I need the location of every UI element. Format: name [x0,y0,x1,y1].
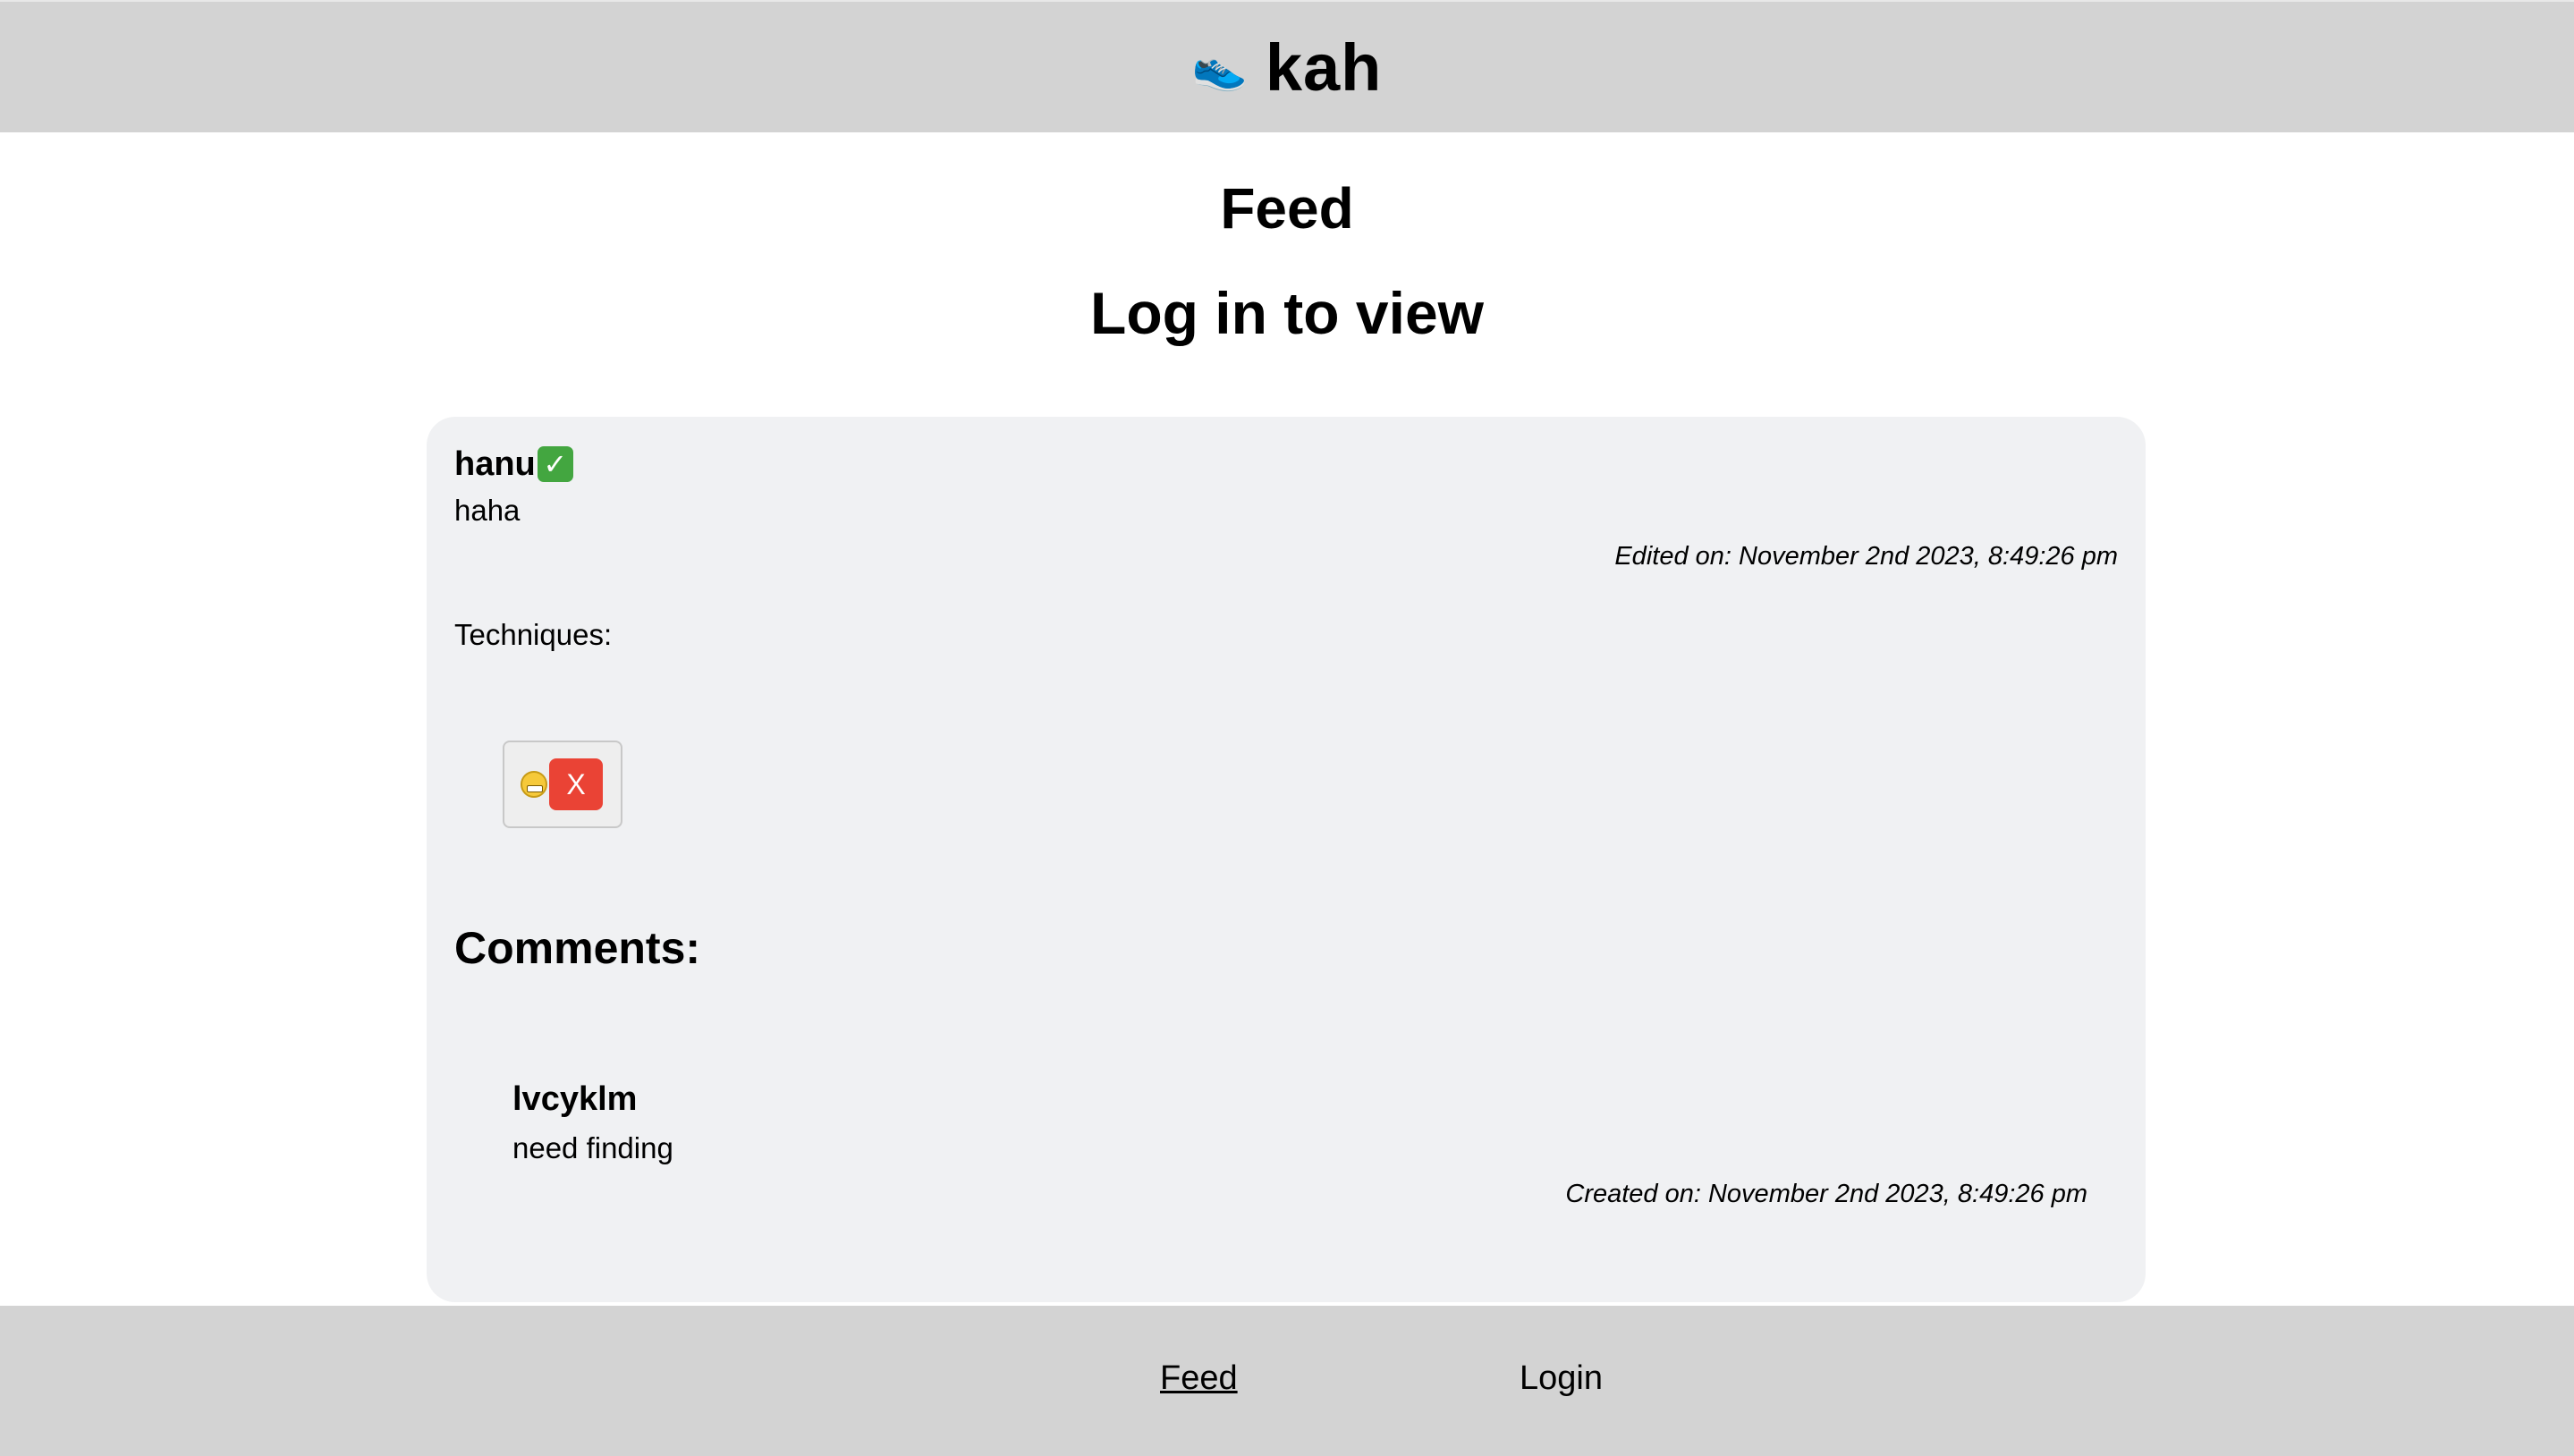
login-prompt: Log in to view [1090,280,1484,346]
app-title: kah [1265,30,1383,105]
comment-author: lvcyklm [512,1080,638,1118]
comments-heading: Comments: [454,923,701,973]
comment: lvcyklm need finding Created on: Novembe… [512,1080,2087,1209]
page: 👟 kah Feed Log in to view hanu ✓ haha Ed… [0,0,2574,1456]
technique-chip: X [503,741,622,828]
techniques-label: Techniques: [454,618,613,651]
nav-feed-link[interactable]: Feed [1160,1359,1238,1398]
comment-body: need finding [512,1131,673,1164]
comment-created-timestamp: Created on: November 2nd 2023, 8:49:26 p… [1565,1180,2087,1208]
post-card: hanu ✓ haha Edited on: November 2nd 2023… [427,417,2146,1302]
post-edited-timestamp: Edited on: November 2nd 2023, 8:49:26 pm [1614,542,2118,571]
brand[interactable]: 👟 kah [1192,30,1383,106]
app-header: 👟 kah [0,0,2574,132]
grinning-face-icon [521,771,547,798]
remove-technique-button[interactable]: X [549,758,603,810]
footer-nav: Feed Login [0,1306,2574,1456]
post-author-name: hanu [454,444,536,483]
running-shoe-icon: 👟 [1191,41,1248,93]
nav-login-link[interactable]: Login [1520,1359,1603,1398]
post-author: hanu ✓ [454,442,2118,487]
post-body: haha [454,494,521,527]
page-title: Feed [1220,176,1354,241]
check-mark-icon: ✓ [537,446,573,482]
